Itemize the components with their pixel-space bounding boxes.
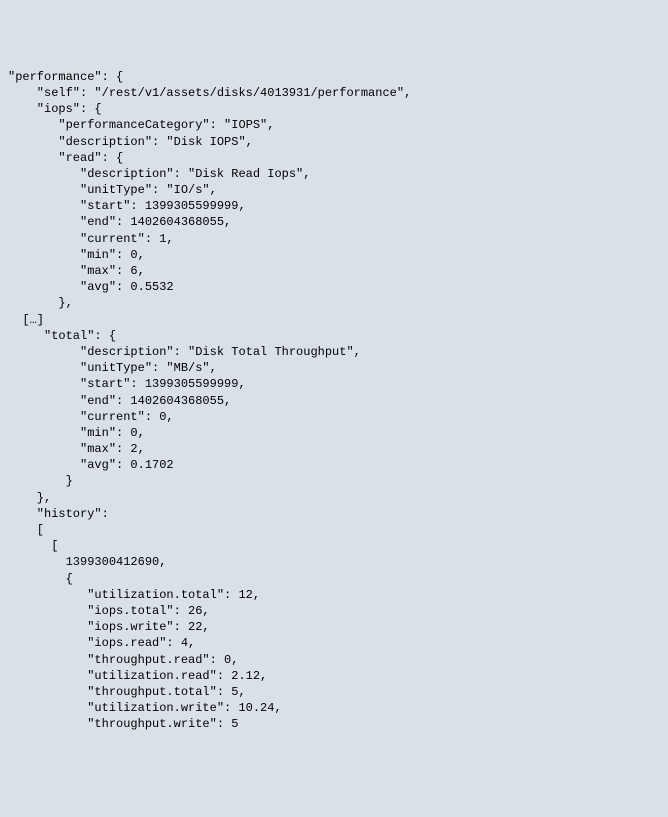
code-line: "current": 0, <box>8 409 660 425</box>
code-line: "total": { <box>8 328 660 344</box>
code-line: [ <box>8 538 660 554</box>
code-line: "end": 1402604368055, <box>8 393 660 409</box>
code-line: "utilization.read": 2.12, <box>8 668 660 684</box>
code-line: "max": 6, <box>8 263 660 279</box>
code-line: "iops.read": 4, <box>8 635 660 651</box>
code-line: "history": <box>8 506 660 522</box>
code-line: "avg": 0.5532 <box>8 279 660 295</box>
code-line: "iops": { <box>8 101 660 117</box>
code-line: "description": "Disk IOPS", <box>8 134 660 150</box>
json-code-block: "performance": { "self": "/rest/v1/asset… <box>8 69 660 733</box>
code-line: "iops.write": 22, <box>8 619 660 635</box>
code-line: "description": "Disk Total Throughput", <box>8 344 660 360</box>
code-line: "throughput.total": 5, <box>8 684 660 700</box>
code-line: "utilization.write": 10.24, <box>8 700 660 716</box>
code-line: "start": 1399305599999, <box>8 376 660 392</box>
code-line: }, <box>8 490 660 506</box>
code-line: 1399300412690, <box>8 554 660 570</box>
code-line: "throughput.write": 5 <box>8 716 660 732</box>
code-line: "min": 0, <box>8 425 660 441</box>
code-line: "unitType": "IO/s", <box>8 182 660 198</box>
code-line: { <box>8 571 660 587</box>
code-line: "max": 2, <box>8 441 660 457</box>
code-line: […] <box>8 312 660 328</box>
code-line: "start": 1399305599999, <box>8 198 660 214</box>
code-line: "min": 0, <box>8 247 660 263</box>
code-line: "iops.total": 26, <box>8 603 660 619</box>
code-line: "end": 1402604368055, <box>8 214 660 230</box>
code-line: "performance": { <box>8 69 660 85</box>
code-line: "throughput.read": 0, <box>8 652 660 668</box>
code-line: [ <box>8 522 660 538</box>
code-line: "read": { <box>8 150 660 166</box>
code-line: "performanceCategory": "IOPS", <box>8 117 660 133</box>
code-line: "avg": 0.1702 <box>8 457 660 473</box>
code-line: "unitType": "MB/s", <box>8 360 660 376</box>
code-line: } <box>8 473 660 489</box>
code-line: "current": 1, <box>8 231 660 247</box>
code-line: }, <box>8 295 660 311</box>
code-line: "description": "Disk Read Iops", <box>8 166 660 182</box>
code-line: "utilization.total": 12, <box>8 587 660 603</box>
code-line: "self": "/rest/v1/assets/disks/4013931/p… <box>8 85 660 101</box>
